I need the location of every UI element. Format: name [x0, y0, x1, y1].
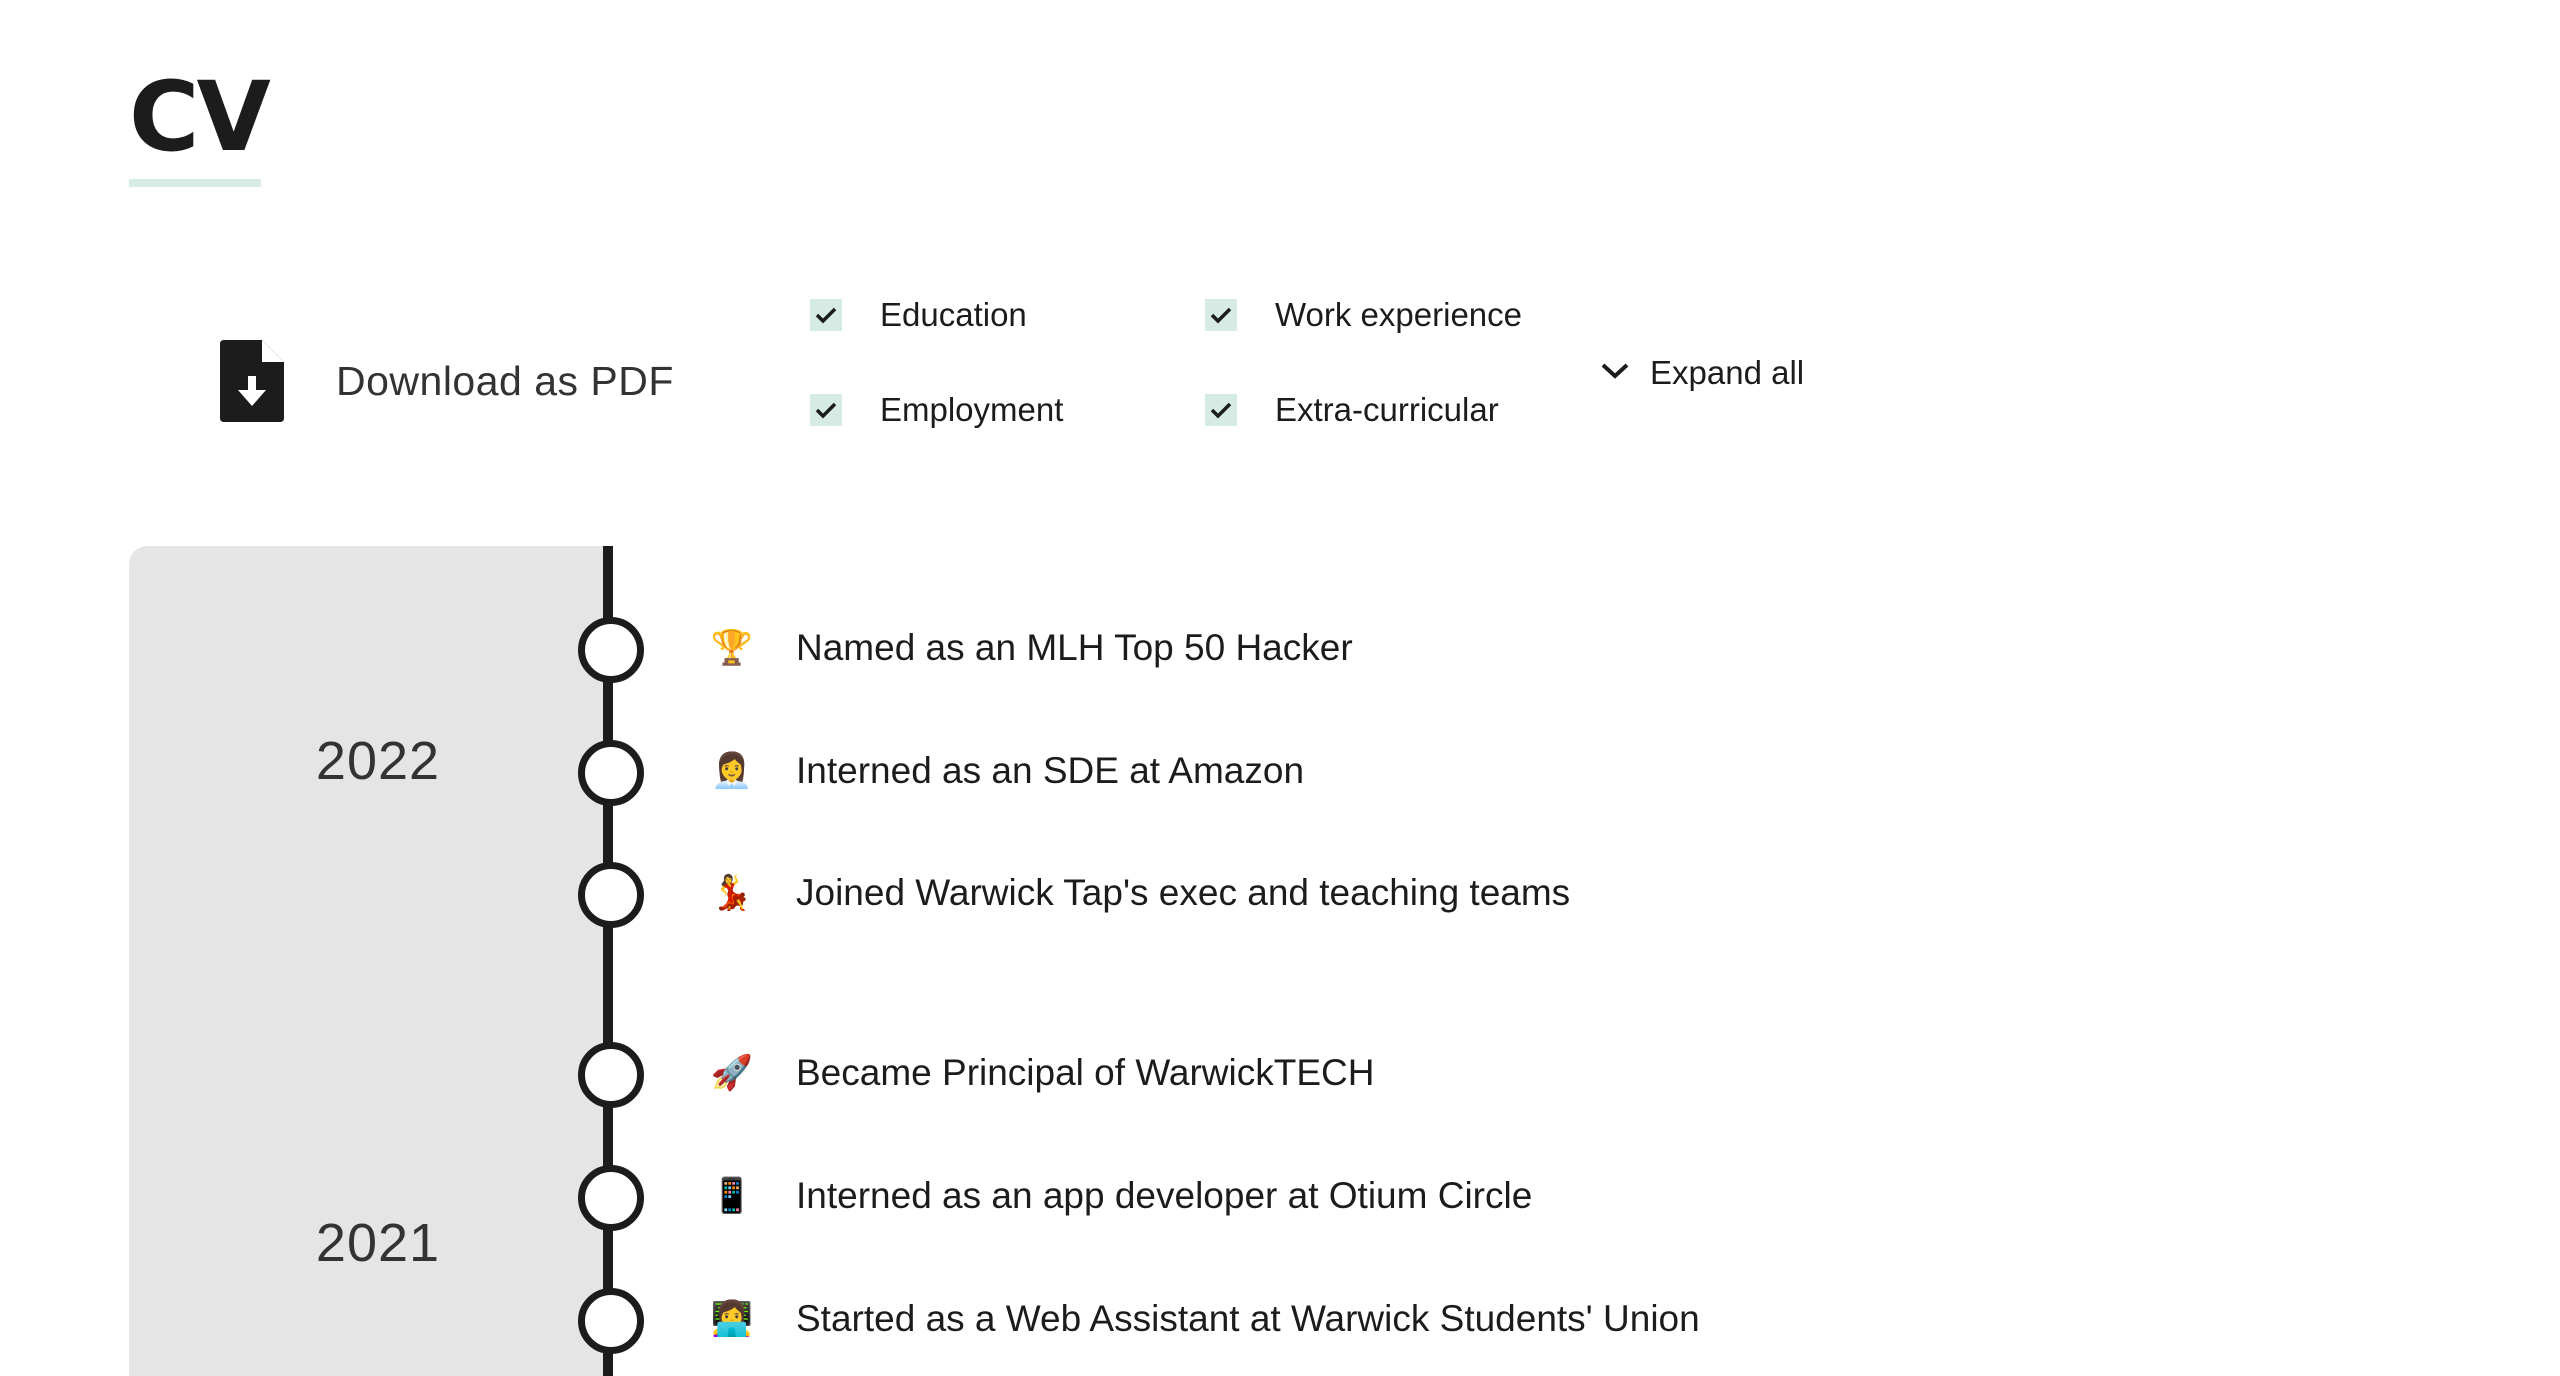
dancer-icon: 💃	[710, 873, 754, 913]
filter-label: Education	[880, 296, 1027, 333]
technologist-icon: 👩‍💻	[710, 1299, 754, 1339]
title-underline	[129, 179, 261, 187]
timeline-event[interactable]: 👩‍💼 Interned as an SDE at Amazon	[710, 741, 1304, 801]
checkmark-icon	[1210, 402, 1232, 419]
filter-label: Extra-curricular	[1275, 391, 1499, 428]
trophy-icon: 🏆	[710, 628, 754, 668]
mobile-phone-icon: 📱	[710, 1176, 754, 1216]
expand-all-label: Expand all	[1650, 354, 1805, 391]
timeline-event[interactable]: 👩‍💻 Started as a Web Assistant at Warwic…	[710, 1289, 1700, 1349]
filter-employment[interactable]: Employment	[810, 391, 1063, 429]
year-label-2021: 2021	[315, 1213, 441, 1273]
rocket-icon: 🚀	[710, 1053, 754, 1093]
office-worker-icon: 👩‍💼	[710, 751, 754, 791]
timeline-node	[578, 617, 644, 683]
chevron-down-icon	[1600, 361, 1630, 386]
work-experience-checkbox[interactable]	[1205, 299, 1237, 331]
timeline-node	[578, 1042, 644, 1108]
filter-label: Work experience	[1275, 296, 1523, 333]
file-download-icon	[220, 340, 284, 422]
filter-label: Employment	[880, 391, 1064, 428]
download-pdf-label: Download as PDF	[336, 357, 674, 404]
checkmark-icon	[1210, 307, 1232, 324]
event-title: Interned as an SDE at Amazon	[796, 750, 1305, 791]
timeline-event[interactable]: 🏆 Named as an MLH Top 50 Hacker	[710, 618, 1353, 678]
timeline-node	[578, 1165, 644, 1231]
filter-extra-curricular[interactable]: Extra-curricular	[1205, 391, 1499, 429]
education-checkbox[interactable]	[810, 299, 842, 331]
event-title: Named as an MLH Top 50 Hacker	[796, 627, 1353, 668]
checkmark-icon	[815, 307, 837, 324]
checkmark-icon	[815, 402, 837, 419]
timeline-node	[578, 1288, 644, 1354]
timeline-event[interactable]: 🚀 Became Principal of WarwickTECH	[710, 1043, 1375, 1103]
cv-page: CV Download as PDF Education Work experi…	[0, 0, 2560, 1376]
event-title: Joined Warwick Tap's exec and teaching t…	[796, 872, 1571, 913]
filter-work-experience[interactable]: Work experience	[1205, 296, 1522, 334]
timeline-event[interactable]: 💃 Joined Warwick Tap's exec and teaching…	[710, 863, 1570, 923]
download-pdf-button[interactable]: Download as PDF	[220, 340, 674, 422]
timeline-event[interactable]: 📱 Interned as an app developer at Otium …	[710, 1166, 1532, 1226]
timeline-node	[578, 740, 644, 806]
page-title: CV	[129, 61, 271, 173]
timeline-node	[578, 862, 644, 928]
event-title: Interned as an app developer at Otium Ci…	[796, 1175, 1533, 1216]
extra-curricular-checkbox[interactable]	[1205, 394, 1237, 426]
employment-checkbox[interactable]	[810, 394, 842, 426]
event-title: Started as a Web Assistant at Warwick St…	[796, 1298, 1700, 1339]
expand-all-button[interactable]: Expand all	[1600, 354, 1804, 392]
year-label-2022: 2022	[315, 731, 441, 791]
event-title: Became Principal of WarwickTECH	[796, 1052, 1375, 1093]
filter-education[interactable]: Education	[810, 296, 1027, 334]
